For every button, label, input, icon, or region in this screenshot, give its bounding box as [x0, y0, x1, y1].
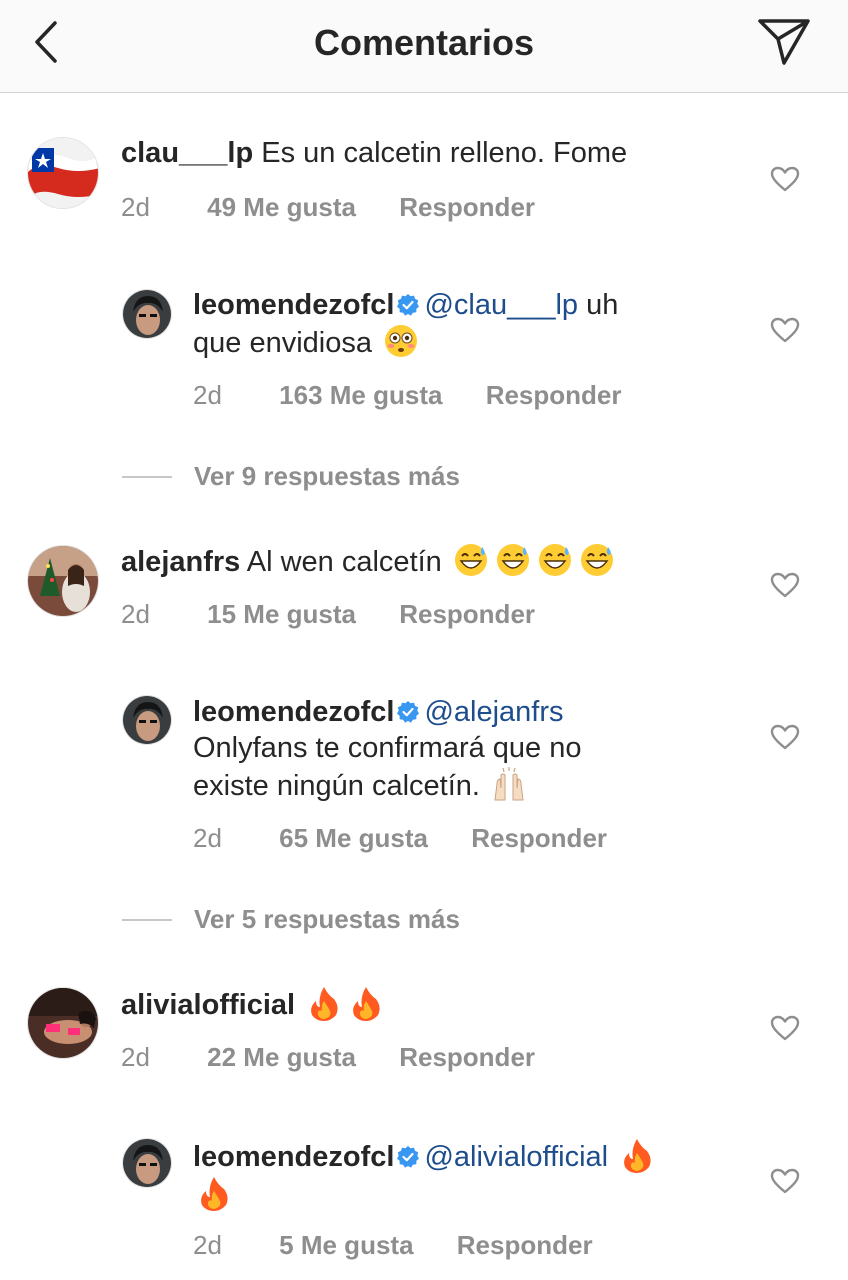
comment-likes[interactable]: 15 Me gusta: [207, 599, 356, 630]
fire-emoji-icon: [201, 1177, 228, 1211]
grinning-sweat-face-emoji-icon: [454, 544, 487, 576]
reply-button[interactable]: Responder: [471, 823, 607, 854]
comment-text: alejanfrs Al wen calcetín: [121, 542, 618, 580]
divider: [122, 919, 172, 921]
comment-body-line2: existe ningún calcetín.: [193, 770, 480, 802]
avatar[interactable]: [122, 1138, 172, 1188]
comment-meta: 2d 5 Me gusta Responder: [193, 1230, 593, 1261]
view-more-replies[interactable]: Ver 5 respuestas más: [122, 901, 722, 937]
reply-button[interactable]: Responder: [399, 599, 535, 630]
comment-text: leomendezofcl @alejanfrs Onlyfans te conf…: [193, 694, 753, 804]
avatar[interactable]: [27, 137, 99, 209]
comment-meta: 2d 49 Me gusta Responder: [121, 192, 535, 223]
raising-hands-emoji-icon: [494, 767, 524, 801]
comment-meta: 2d 163 Me gusta Responder: [193, 380, 622, 411]
grinning-sweat-face-emoji-icon: [496, 544, 529, 576]
comment-body: Onlyfans te confirmará que no: [193, 732, 582, 764]
view-more-replies-label[interactable]: Ver 5 respuestas más: [194, 901, 460, 937]
heart-icon[interactable]: [768, 570, 802, 600]
comment-text: leomendezofcl @alivialofficial: [193, 1137, 753, 1213]
comment-username[interactable]: alivialofficial: [121, 989, 295, 1021]
heart-icon[interactable]: [768, 722, 802, 752]
reply-button[interactable]: Responder: [399, 192, 535, 223]
comment-username[interactable]: leomendezofcl: [193, 1141, 394, 1173]
comment-meta: 2d 15 Me gusta Responder: [121, 599, 535, 630]
view-more-replies-label[interactable]: Ver 9 respuestas más: [194, 458, 460, 494]
fire-emoji-icon: [311, 987, 338, 1021]
comment-body: uh: [586, 289, 619, 321]
verified-badge-icon: [397, 701, 420, 723]
comment-likes[interactable]: 65 Me gusta: [279, 823, 428, 854]
paper-plane-icon[interactable]: [752, 14, 816, 70]
page-title: Comentarios: [313, 22, 535, 63]
comment-text: clau___lp Es un calcetin relleno. Fome: [121, 135, 627, 171]
comment-time: 2d: [121, 192, 150, 222]
comment-time: 2d: [193, 1230, 222, 1260]
comment-likes[interactable]: 163 Me gusta: [279, 380, 442, 411]
flushed-face-emoji-icon: [385, 325, 418, 357]
comment-username[interactable]: leomendezofcl: [193, 696, 394, 728]
comment-likes[interactable]: 5 Me gusta: [279, 1230, 413, 1261]
divider: [122, 476, 172, 478]
view-more-replies[interactable]: Ver 9 respuestas más: [122, 458, 722, 494]
comment-username[interactable]: alejanfrs: [121, 546, 240, 578]
verified-badge-icon: [397, 1146, 420, 1168]
comment-time: 2d: [121, 599, 150, 629]
comment-text: leomendezofcl @clau___lp uh que envidiosa: [193, 287, 733, 361]
heart-icon[interactable]: [768, 1013, 802, 1043]
heart-icon[interactable]: [768, 164, 802, 194]
verified-badge-icon: [397, 294, 420, 316]
top-bar: Comentarios: [0, 0, 848, 93]
reply-button[interactable]: Responder: [457, 1230, 593, 1261]
reply-button[interactable]: Responder: [399, 1042, 535, 1073]
comment-body: Al wen calcetín: [246, 546, 442, 578]
mention-link[interactable]: @clau___lp: [424, 289, 578, 321]
avatar[interactable]: [27, 987, 99, 1059]
comment-likes[interactable]: 49 Me gusta: [207, 192, 356, 223]
comment-text: alivialofficial: [121, 985, 387, 1023]
avatar[interactable]: [122, 695, 172, 745]
mention-link[interactable]: @alejanfrs: [424, 696, 563, 728]
heart-icon[interactable]: [768, 1166, 802, 1196]
comment-time: 2d: [193, 380, 222, 410]
comment-time: 2d: [121, 1042, 150, 1072]
comment-meta: 2d 22 Me gusta Responder: [121, 1042, 535, 1073]
heart-icon[interactable]: [768, 315, 802, 345]
avatar[interactable]: [122, 289, 172, 339]
mention-link[interactable]: @alivialofficial: [424, 1141, 608, 1173]
grinning-sweat-face-emoji-icon: [538, 544, 571, 576]
comment-meta: 2d 65 Me gusta Responder: [193, 823, 607, 854]
comment-body-line2: que envidiosa: [193, 327, 372, 359]
comment-username[interactable]: clau___lp: [121, 137, 253, 169]
comment-body: Es un calcetin relleno. Fome: [261, 137, 628, 169]
comment-likes[interactable]: 22 Me gusta: [207, 1042, 356, 1073]
fire-emoji-icon: [353, 987, 380, 1021]
avatar[interactable]: [27, 545, 99, 617]
reply-button[interactable]: Responder: [486, 380, 622, 411]
fire-emoji-icon: [624, 1139, 651, 1173]
grinning-sweat-face-emoji-icon: [580, 544, 613, 576]
comment-username[interactable]: leomendezofcl: [193, 289, 394, 321]
comment-time: 2d: [193, 823, 222, 853]
